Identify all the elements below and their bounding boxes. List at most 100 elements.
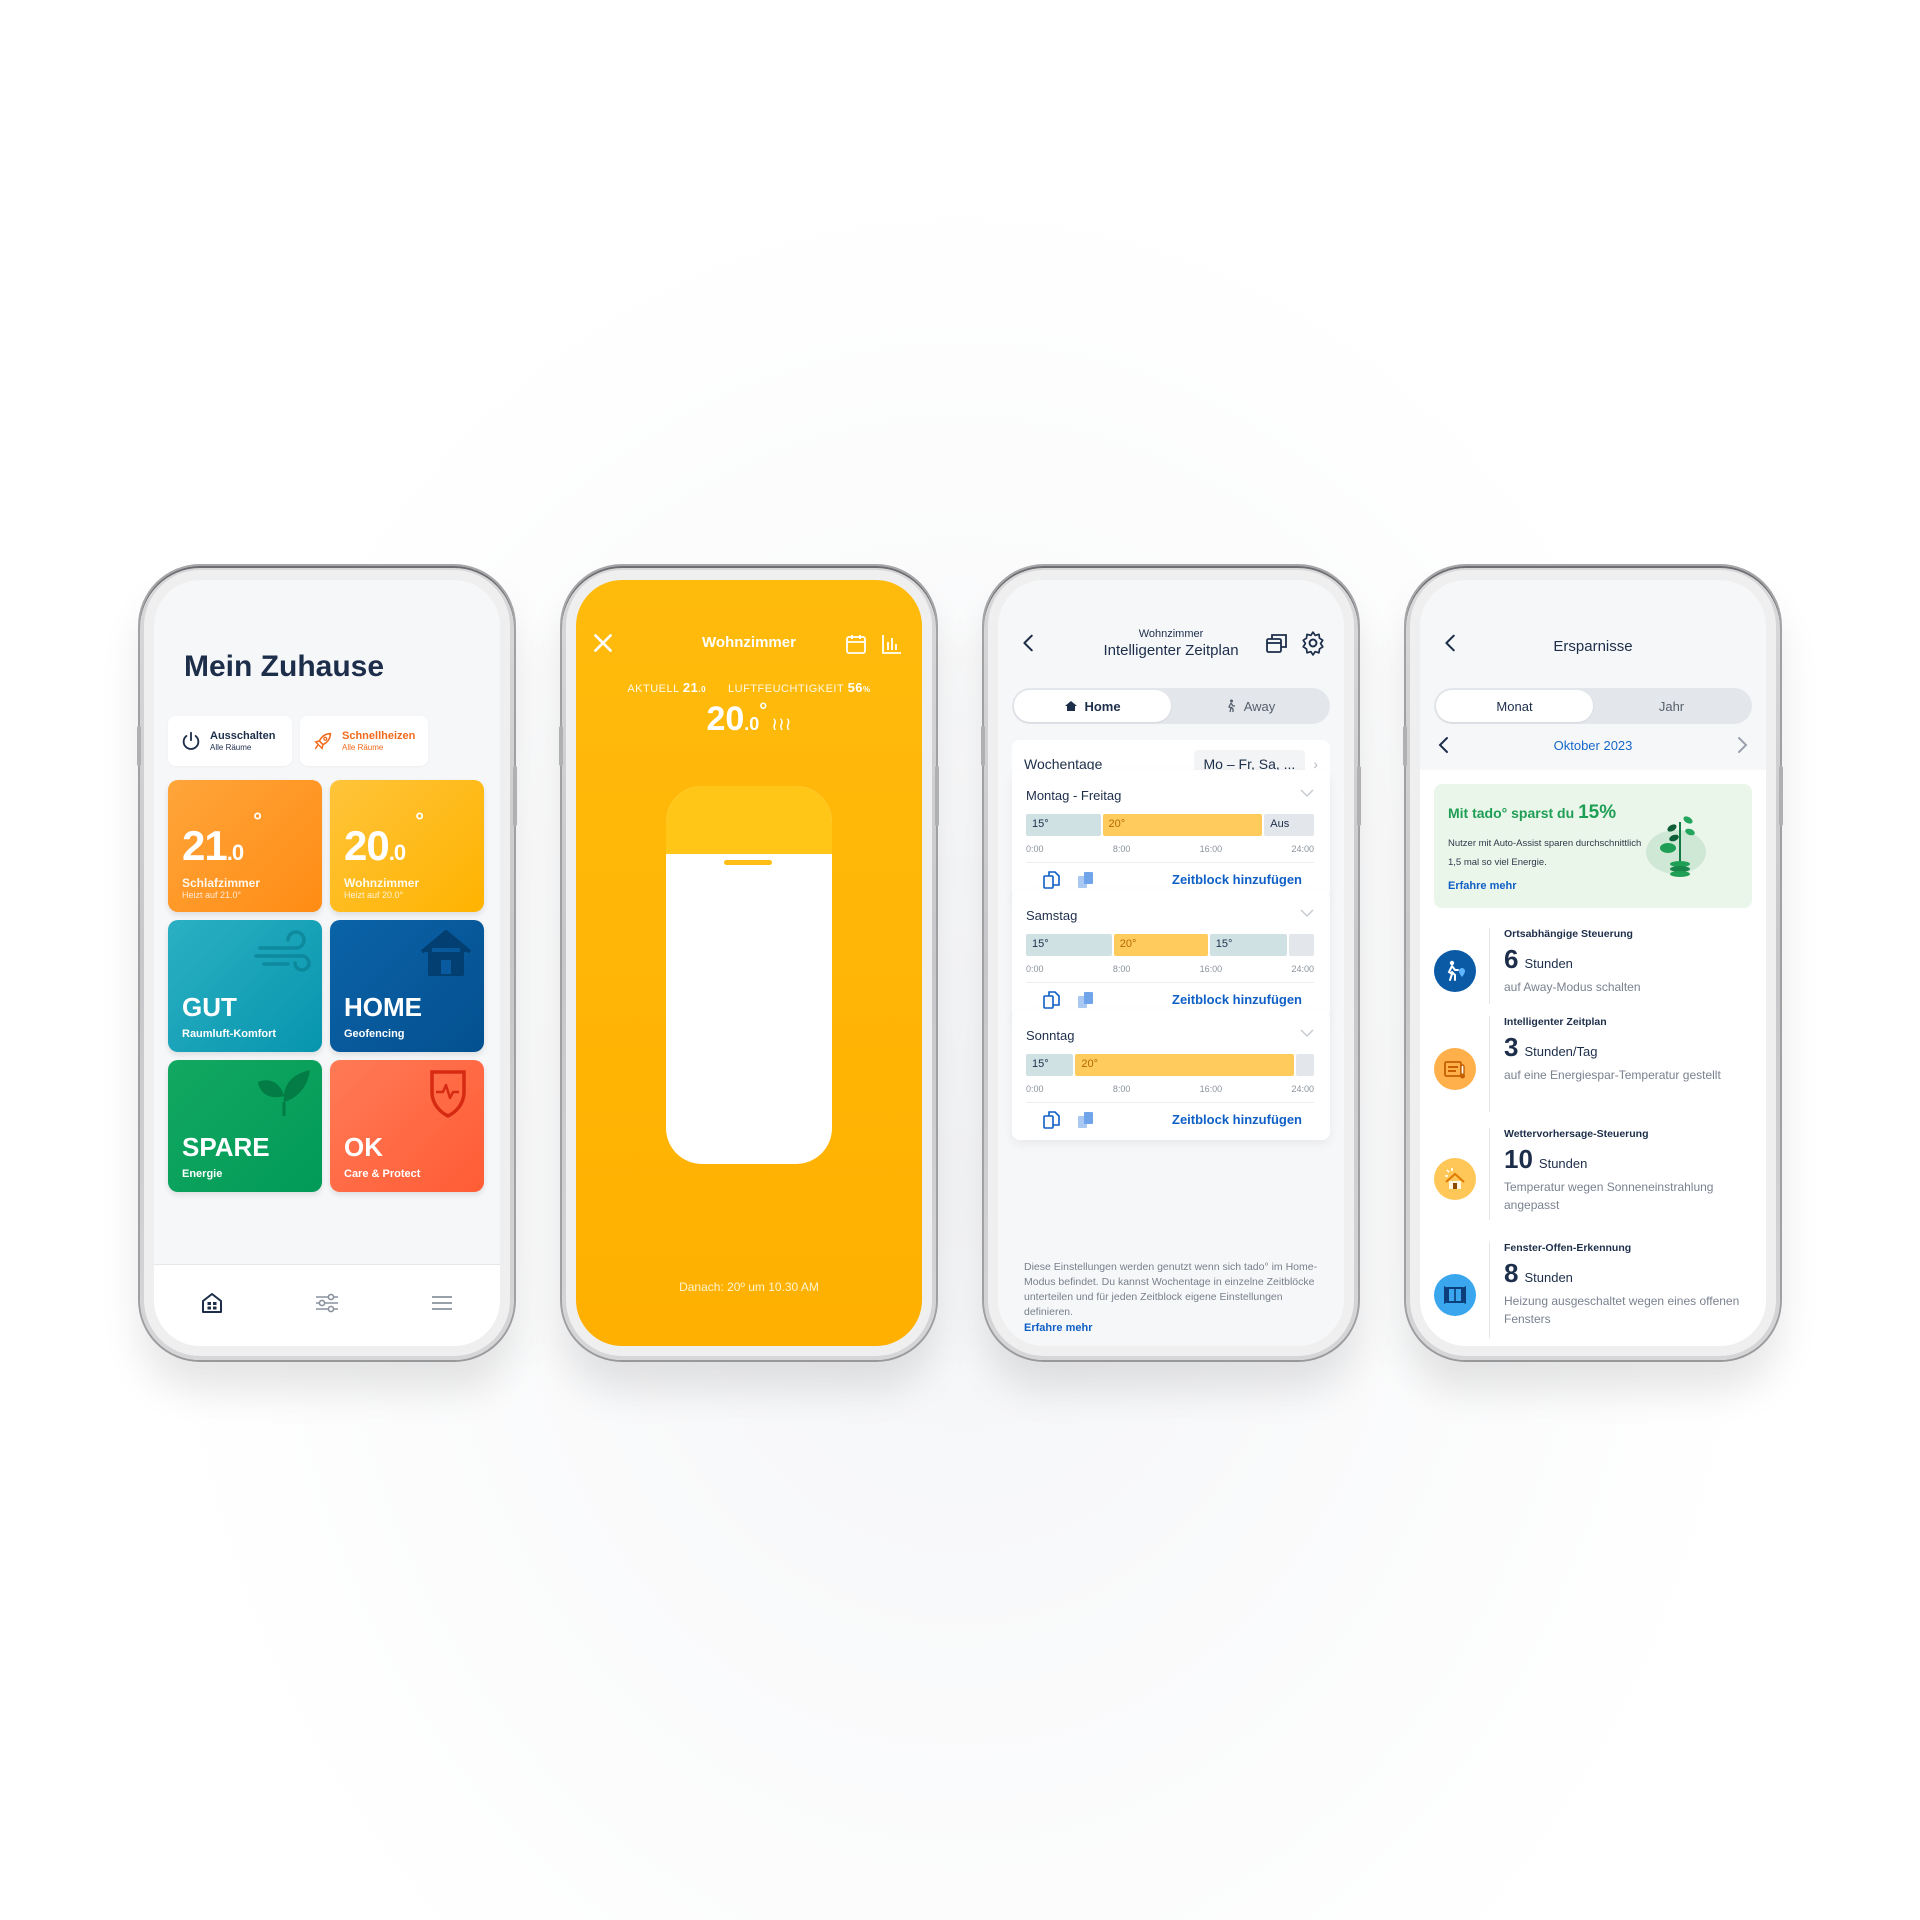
savings-item-value: 6 Stunden [1504,944,1573,974]
feature-tile-air-comfort[interactable]: GUT Raumluft-Komfort [168,920,322,1052]
add-timeblock-button[interactable]: Zeitblock hinzufügen [1172,1112,1302,1127]
tab-month[interactable]: Monat [1436,690,1593,722]
timeblock-warm[interactable]: 20° [1113,934,1208,956]
nav-settings[interactable] [307,1283,347,1323]
slider-upper-fill [666,786,832,855]
room-name: Schlafzimmer [182,876,261,890]
savings-item-description: auf eine Energiespar-Temperatur gestellt [1504,1068,1721,1082]
room-temperature: 21.0 ° [182,808,262,869]
savings-item-value: 10 Stunden [1504,1144,1588,1174]
room-temperature: 20.0 ° [344,808,424,869]
nav-home[interactable] [192,1283,232,1323]
timeblock-off[interactable] [1296,1054,1314,1076]
promo-body: Nutzer mit Auto-Assist sparen durchschni… [1448,838,1642,868]
chevron-left-icon[interactable] [1434,735,1454,755]
savings-item-description: Temperatur wegen Sonneneinstrahlung ange… [1504,1180,1714,1212]
savings-item: Intelligenter Zeitplan 3 Stunden/Tag auf ei… [1420,1016,1766,1112]
calendar-icon[interactable] [844,632,868,656]
timeblock-cool[interactable]: 15° [1209,934,1288,956]
timeblock-warm[interactable]: 20° [1102,814,1263,836]
feature-value: OK [344,1132,383,1162]
walking-icon [1227,699,1235,713]
open-window-icon [1434,1274,1476,1316]
savings-content: Mit tado° sparst du 15% Nutzer mit Auto-… [1420,770,1766,1346]
learn-more-link[interactable]: Erfahre mehr [1024,1322,1092,1334]
chevron-right-icon[interactable] [1732,735,1752,755]
divider [1489,1128,1490,1220]
timeblock-cool[interactable]: 15° [1026,814,1101,836]
sliders-icon [315,1293,338,1312]
phone-side-button [513,766,517,826]
learn-more-link[interactable]: Erfahre mehr [1448,880,1516,892]
add-timeblock-button[interactable]: Zeitblock hinzufügen [1172,872,1302,887]
room-stats: AKTUELL 21.0 LUFTFEUCHTIGKEIT 56% [576,680,922,695]
time-tick: 16:00 [1199,844,1223,854]
chevron-down-icon[interactable] [1300,1028,1314,1038]
bar-chart-icon[interactable] [880,632,904,656]
quick-action-sub: Alle Räume [210,742,252,752]
boost-all-button[interactable]: Schnellheizen Alle Räume [300,716,428,766]
divider [1489,1016,1490,1112]
timeline-ticks: 0:00 8:00 16:00 24:00 [1026,1084,1314,1094]
savings-item-description: auf Away-Modus schalten [1504,980,1641,994]
divider [1026,862,1314,863]
paste-icon[interactable] [1076,1110,1096,1130]
timeblock-cool[interactable]: 15° [1026,934,1112,956]
feature-label: Raumluft-Komfort [182,1028,277,1040]
time-tick: 16:00 [1199,1084,1223,1094]
next-schedule-info: Danach: 20º um 10.30 AM [679,1280,819,1294]
period-label: Oktober 2023 [1553,737,1633,753]
time-tick: 0:00 [1026,964,1044,974]
timeblock-off[interactable] [1289,934,1314,956]
home-icon [1065,701,1078,711]
temperature-slider[interactable] [666,786,832,1164]
time-tick: 0:00 [1026,1084,1044,1094]
feature-tile-geofencing[interactable]: HOME Geofencing [330,920,484,1052]
timeblock-cool[interactable]: 15° [1026,1054,1074,1076]
timeline-ticks: 0:00 8:00 16:00 24:00 [1026,844,1314,854]
paste-icon[interactable] [1076,990,1096,1010]
gear-icon[interactable] [1300,630,1326,656]
bottom-navigation [154,1264,500,1346]
room-screen: Wohnzimmer AKTUELL 21.0 LUFTFEUCHTIGKEIT… [576,580,922,1346]
paste-icon[interactable] [1076,870,1096,890]
room-title: Wohnzimmer [702,634,796,651]
nav-menu[interactable] [422,1283,462,1323]
phone-side-button [935,766,939,826]
divider [1489,928,1490,1004]
tab-year[interactable]: Jahr [1593,690,1750,722]
day-name: Montag - Freitag [1026,788,1122,803]
timeline-ticks: 0:00 8:00 16:00 24:00 [1026,964,1314,974]
tab-home[interactable]: Home [1014,690,1171,722]
shield-pulse-icon [430,1070,466,1118]
copy-icon[interactable] [1042,870,1062,890]
room-tile-wohnzimmer[interactable]: 20.0 ° Wohnzimmer Heizt auf 20.0° [330,780,484,912]
copy-icon[interactable] [1042,1110,1062,1130]
schedule-info-text: Diese Einstellungen werden genutzt wenn … [1024,1261,1318,1318]
feature-tile-care-protect[interactable]: OK Care & Protect [330,1060,484,1192]
time-tick: 24:00 [1291,964,1314,974]
copy-icon[interactable] [1042,990,1062,1010]
promo-headline: Mit tado° sparst du 15% [1448,802,1617,823]
phone-side-button [137,726,141,766]
savings-item-title: Intelligenter Zeitplan [1504,1016,1607,1028]
feature-value: GUT [182,992,237,1022]
chevron-down-icon[interactable] [1300,788,1314,798]
room-tile-schlafzimmer[interactable]: 21.0 ° Schlafzimmer Heizt auf 21.0° [168,780,322,912]
add-timeblock-button[interactable]: Zeitblock hinzufügen [1172,992,1302,1007]
feature-tile-energy[interactable]: SPARE Energie [168,1060,322,1192]
schedule-day-card: Sonntag 15° 20° 0:00 8:00 16:00 24:00 Zeitblock… [1012,1010,1330,1140]
slider-handle[interactable] [724,860,772,866]
feature-value: HOME [344,992,422,1022]
heating-icon: ≀≀≀ [771,714,792,734]
timeblock-warm[interactable]: 20° [1075,1054,1295,1076]
savings-item-title: Ortsabhängige Steuerung [1504,928,1633,940]
timeblock-off[interactable]: Aus [1264,814,1314,836]
feature-label: Care & Protect [344,1168,421,1180]
calendar-stack-icon[interactable] [1264,630,1290,656]
time-tick: 16:00 [1199,964,1223,974]
phone-side-button [1357,766,1361,826]
turn-off-all-button[interactable]: Ausschalten Alle Räume [168,716,292,766]
tab-away[interactable]: Away [1171,690,1328,722]
chevron-down-icon[interactable] [1300,908,1314,918]
